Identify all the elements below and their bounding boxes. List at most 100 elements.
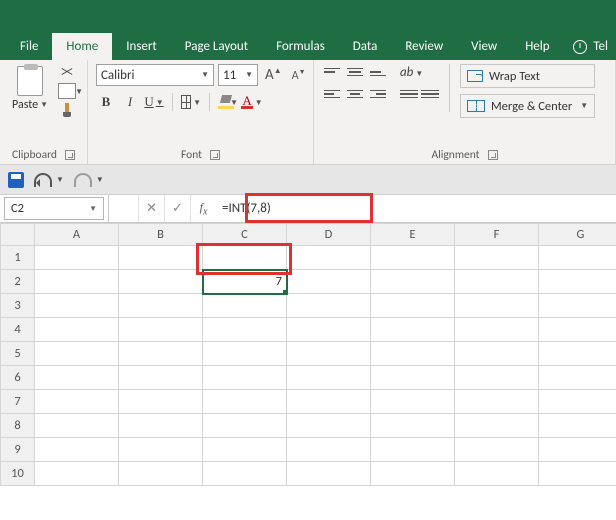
cell[interactable] (539, 294, 616, 318)
fill-color-button[interactable]: ▼ (218, 92, 238, 112)
col-header[interactable]: C (203, 224, 287, 246)
cut-button[interactable] (58, 64, 76, 80)
insert-function-button[interactable]: fx (190, 195, 216, 222)
cell[interactable] (539, 318, 616, 342)
row-header[interactable]: 9 (1, 438, 35, 462)
cell[interactable] (371, 438, 455, 462)
increase-indent-button[interactable] (421, 87, 439, 101)
col-header[interactable]: F (455, 224, 539, 246)
row-header[interactable]: 2 (1, 270, 35, 294)
cell[interactable] (371, 414, 455, 438)
cell[interactable] (539, 366, 616, 390)
italic-button[interactable]: I (120, 92, 140, 112)
clipboard-launcher[interactable] (65, 150, 75, 160)
save-button[interactable] (8, 172, 24, 188)
borders-button[interactable]: ▼ (181, 92, 201, 112)
cell[interactable] (35, 318, 119, 342)
row-header[interactable]: 6 (1, 366, 35, 390)
cell[interactable] (35, 366, 119, 390)
cell[interactable] (371, 462, 455, 486)
cell[interactable] (455, 294, 539, 318)
align-center-button[interactable] (345, 86, 365, 102)
row-header[interactable]: 5 (1, 342, 35, 366)
cell[interactable] (119, 294, 203, 318)
cell[interactable] (119, 438, 203, 462)
cell[interactable] (203, 414, 287, 438)
cell[interactable] (287, 390, 371, 414)
cell[interactable] (35, 270, 119, 294)
cell[interactable] (455, 270, 539, 294)
tab-review[interactable]: Review (391, 33, 457, 60)
paste-button[interactable]: Paste ▼ (8, 64, 52, 114)
cell[interactable] (119, 270, 203, 294)
cell[interactable] (203, 438, 287, 462)
row-header[interactable]: 3 (1, 294, 35, 318)
cell[interactable] (455, 366, 539, 390)
cell[interactable] (287, 318, 371, 342)
tab-page-layout[interactable]: Page Layout (171, 33, 262, 60)
copy-button[interactable]: ▼ (58, 83, 76, 99)
cell[interactable] (119, 342, 203, 366)
cell[interactable] (539, 390, 616, 414)
cell[interactable] (35, 390, 119, 414)
cell[interactable] (371, 390, 455, 414)
cell[interactable] (371, 270, 455, 294)
cell[interactable] (203, 390, 287, 414)
cell[interactable] (539, 414, 616, 438)
cell[interactable] (455, 342, 539, 366)
cell[interactable] (119, 318, 203, 342)
col-header[interactable]: A (35, 224, 119, 246)
cell[interactable] (287, 438, 371, 462)
font-color-button[interactable]: A▼ (242, 92, 262, 112)
tab-file[interactable]: File (6, 33, 52, 60)
cancel-formula-button[interactable]: ✕ (138, 195, 164, 222)
formula-input[interactable]: =INT(7,8) (216, 195, 616, 222)
cell[interactable] (455, 414, 539, 438)
cell[interactable] (539, 462, 616, 486)
select-all-corner[interactable] (1, 224, 35, 246)
row-header[interactable]: 8 (1, 414, 35, 438)
cell[interactable] (539, 438, 616, 462)
worksheet[interactable]: A B C D E F G 1 27 3 4 5 6 7 8 9 10 (0, 223, 616, 486)
tab-formulas[interactable]: Formulas (262, 33, 339, 60)
wrap-text-button[interactable]: Wrap Text (460, 64, 595, 88)
cell[interactable] (539, 270, 616, 294)
tab-data[interactable]: Data (339, 33, 392, 60)
font-launcher[interactable] (210, 150, 220, 160)
cell[interactable] (455, 246, 539, 270)
cell[interactable] (287, 270, 371, 294)
grid[interactable]: A B C D E F G 1 27 3 4 5 6 7 8 9 10 (0, 223, 616, 486)
cell[interactable] (35, 294, 119, 318)
align-top-button[interactable] (322, 64, 342, 80)
tab-view[interactable]: View (457, 33, 511, 60)
align-middle-button[interactable] (345, 64, 365, 80)
row-header[interactable]: 7 (1, 390, 35, 414)
tab-help[interactable]: Help (511, 33, 563, 60)
cell[interactable] (539, 342, 616, 366)
cell[interactable] (119, 390, 203, 414)
cell[interactable] (203, 366, 287, 390)
undo-button[interactable]: ▼ (34, 173, 64, 187)
cell[interactable] (371, 246, 455, 270)
align-right-button[interactable] (368, 86, 388, 102)
cell[interactable] (35, 438, 119, 462)
cell[interactable] (455, 462, 539, 486)
cell[interactable] (203, 318, 287, 342)
cell[interactable] (287, 366, 371, 390)
cell[interactable] (455, 318, 539, 342)
align-left-button[interactable] (322, 86, 342, 102)
col-header[interactable]: B (119, 224, 203, 246)
cell[interactable] (371, 294, 455, 318)
font-name-combo[interactable]: Calibri▼ (96, 64, 214, 86)
cell[interactable] (119, 366, 203, 390)
format-painter-button[interactable] (58, 102, 76, 118)
cell[interactable] (35, 414, 119, 438)
cell[interactable] (287, 414, 371, 438)
cell[interactable] (35, 342, 119, 366)
redo-button[interactable]: ▼ (74, 173, 104, 187)
cell[interactable] (203, 246, 287, 270)
enter-formula-button[interactable]: ✓ (164, 195, 190, 222)
increase-font-button[interactable]: A▲ (262, 66, 285, 84)
cell[interactable] (119, 462, 203, 486)
cell[interactable] (371, 342, 455, 366)
